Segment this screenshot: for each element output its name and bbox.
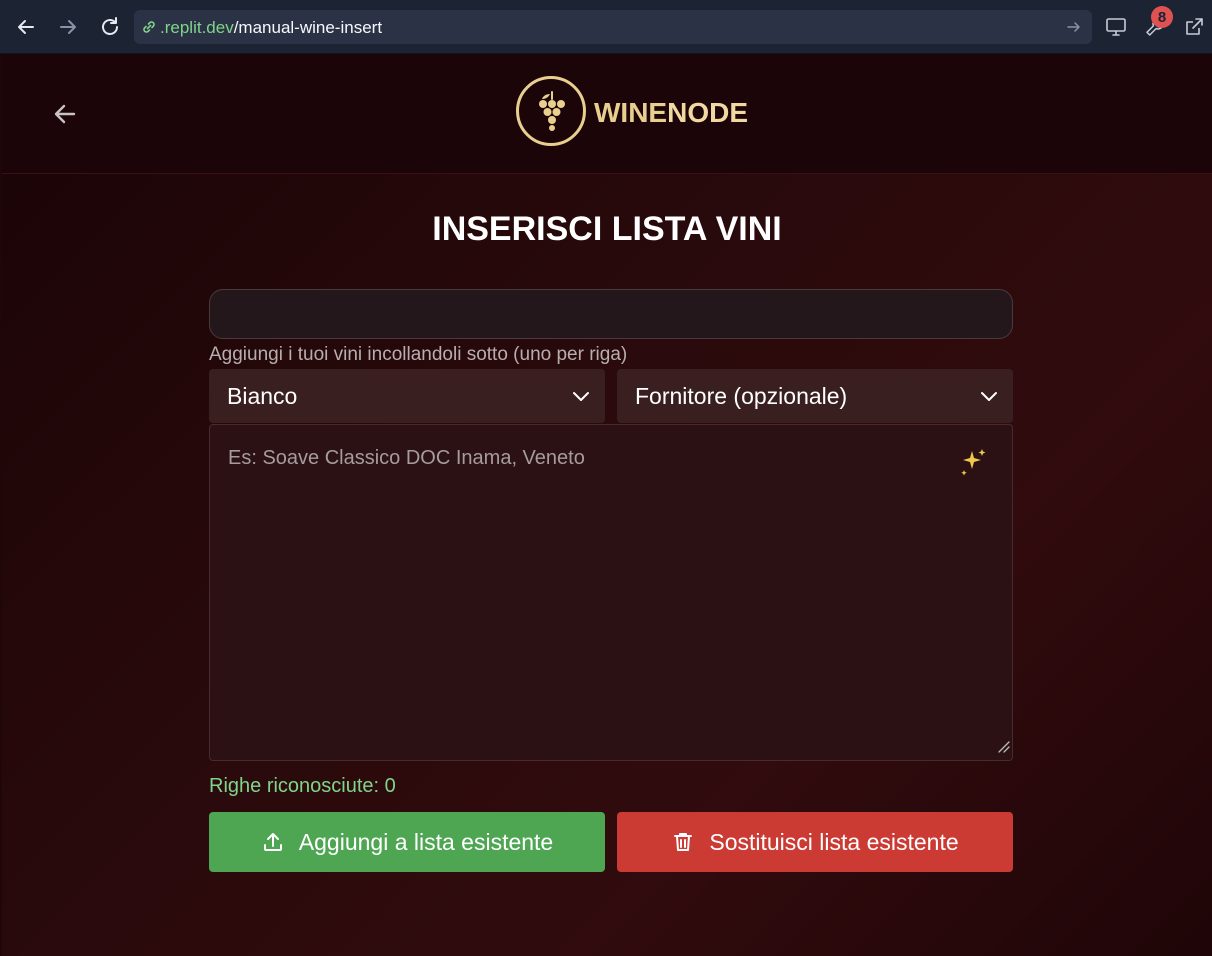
browser-forward-button[interactable]	[55, 14, 81, 40]
sparkle-icon[interactable]	[960, 447, 988, 484]
page-title: INSERISCI LISTA VINI	[432, 210, 782, 248]
trash-icon	[671, 830, 695, 854]
arrow-left-icon	[18, 20, 34, 34]
browser-reload-button[interactable]	[97, 14, 123, 40]
wine-type-select[interactable]: Bianco	[209, 369, 605, 423]
monitor-icon	[1106, 18, 1126, 36]
external-link-icon	[1186, 18, 1203, 35]
app-header: WINENODE	[2, 54, 1212, 174]
notification-badge: 8	[1151, 6, 1173, 28]
go-arrow-icon[interactable]	[1066, 19, 1082, 40]
chevron-down-icon	[979, 386, 999, 411]
textarea-placeholder: Es: Soave Classico DOC Inama, Veneto	[228, 447, 585, 469]
logo-wordmark: WINENODE	[594, 97, 748, 129]
logo-node-text: NODE	[667, 97, 749, 128]
chevron-down-icon	[571, 386, 591, 411]
arrow-left-icon	[54, 104, 76, 124]
url-domain: .replit.dev	[160, 18, 234, 37]
wine-type-selected: Bianco	[227, 383, 298, 409]
link-icon	[140, 18, 158, 41]
supplier-select[interactable]: Fornitore (opzionale)	[617, 369, 1013, 423]
recognized-rows-counter: Righe riconosciute: 0	[209, 775, 396, 797]
browser-back-button[interactable]	[13, 14, 39, 40]
resize-handle-icon[interactable]	[996, 739, 1010, 758]
list-name-input[interactable]	[209, 289, 1013, 339]
address-bar[interactable]: .replit.dev/manual-wine-insert	[134, 10, 1092, 44]
add-to-existing-button[interactable]: Aggiungi a lista esistente	[209, 812, 605, 872]
reload-icon	[102, 17, 118, 35]
add-button-label: Aggiungi a lista esistente	[298, 828, 554, 855]
upload-icon	[261, 830, 285, 854]
back-button[interactable]	[52, 101, 78, 127]
url-path: /manual-wine-insert	[233, 18, 383, 37]
wine-list-textarea[interactable]: Es: Soave Classico DOC Inama, Veneto	[209, 424, 1013, 761]
open-external-button[interactable]	[1181, 14, 1207, 40]
replace-existing-button[interactable]: Sostituisci lista esistente	[617, 812, 1013, 872]
url-text: .replit.dev/manual-wine-insert	[160, 18, 382, 38]
logo-grape-icon	[516, 76, 586, 146]
replace-button-label: Sostituisci lista esistente	[709, 828, 959, 855]
supplier-selected: Fornitore (opzionale)	[635, 383, 848, 409]
helper-text: Aggiungi i tuoi vini incollandoli sotto …	[209, 344, 628, 365]
browser-toolbar: .replit.dev/manual-wine-insert 8	[0, 0, 1212, 54]
devices-button[interactable]	[1103, 14, 1129, 40]
app-root: WINENODE INSERISCI LISTA VINI Aggiungi i…	[2, 54, 1212, 956]
logo-wine-text: WINE	[594, 97, 668, 128]
arrow-right-icon	[60, 20, 76, 34]
